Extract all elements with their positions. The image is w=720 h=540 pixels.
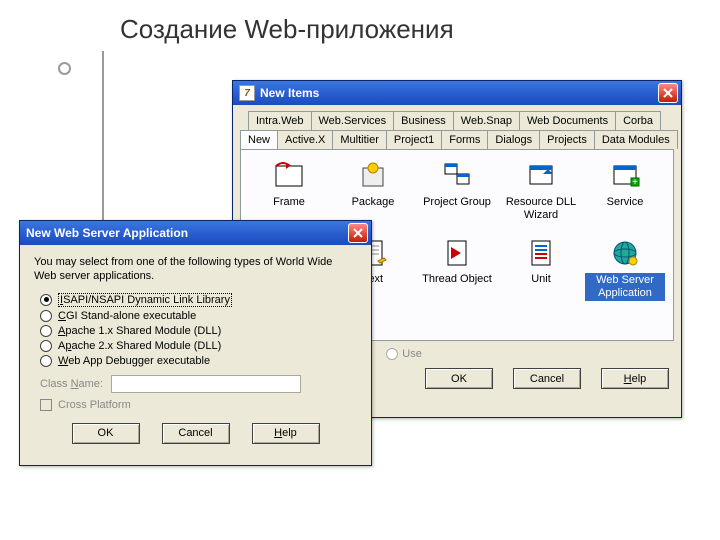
ok-button[interactable]: OK [425, 368, 493, 389]
wizard-button-row: OK Cancel Help [34, 417, 357, 454]
help-button-label: Help [624, 373, 647, 385]
slide-title: Создание Web-приложения [120, 14, 454, 45]
radio-indicator [40, 325, 52, 337]
item-web-server-application[interactable]: Web Server Application [583, 237, 667, 300]
radio-label: Apache 2.x Shared Module (DLL) [58, 340, 221, 352]
class-name-label: Class Name: [40, 378, 103, 390]
cross-platform-row: Cross Platform [40, 399, 357, 411]
item-thread-object[interactable]: Thread Object [415, 237, 499, 300]
window-wizard: New Web Server Application You may selec… [19, 220, 372, 466]
web-server-application-icon [609, 237, 641, 269]
radio-debugger[interactable]: Web App Debugger executable [40, 355, 357, 367]
tab-forms[interactable]: Forms [441, 130, 488, 149]
cancel-button-label: Cancel [178, 427, 212, 439]
resource-dll-wizard-icon [525, 160, 557, 192]
tab-web-services[interactable]: Web.Services [311, 111, 395, 130]
cancel-button-label: Cancel [530, 373, 564, 385]
radio-use: Use [386, 348, 422, 360]
radio-apache2[interactable]: Apache 2.x Shared Module (DLL) [40, 340, 357, 352]
radio-label: ISAPI/NSAPI Dynamic Link Library [58, 293, 232, 307]
item-package[interactable]: Package [331, 160, 415, 221]
item-label: Web Server Application [585, 273, 665, 300]
cross-platform-label: Cross Platform [58, 399, 131, 411]
radio-cgi[interactable]: CGI Stand-alone executable [40, 310, 357, 322]
package-icon [357, 160, 389, 192]
close-icon [353, 228, 363, 238]
ok-button-label: OK [451, 373, 467, 385]
tab-business[interactable]: Business [393, 111, 454, 130]
close-icon [663, 88, 673, 98]
wizard-body: You may select from one of the following… [20, 245, 371, 462]
radio-label: CGI Stand-alone executable [58, 310, 196, 322]
class-name-row: Class Name: [40, 375, 357, 393]
help-button[interactable]: Help [601, 368, 669, 389]
radio-indicator [40, 355, 52, 367]
item-label: Package [352, 196, 395, 209]
item-label: Resource DLL Wizard [501, 196, 581, 221]
tab-web-documents[interactable]: Web Documents [519, 111, 616, 130]
cancel-button[interactable]: Cancel [162, 423, 230, 444]
radio-indicator [40, 294, 52, 306]
item-frame[interactable]: Frame [247, 160, 331, 221]
tabs-row-1: Intra.WebWeb.ServicesBusinessWeb.SnapWeb… [240, 111, 674, 130]
item-resource-dll-wizard[interactable]: Resource DLL Wizard [499, 160, 583, 221]
thread-object-icon [441, 237, 473, 269]
wizard-intro: You may select from one of the following… [34, 255, 357, 284]
item-label: Unit [531, 273, 551, 286]
ok-button-label: OK [98, 427, 114, 439]
tab-project1[interactable]: Project1 [386, 130, 442, 149]
class-name-input [111, 375, 301, 393]
wizard-title: New Web Server Application [26, 226, 348, 240]
tab-new[interactable]: New [240, 130, 278, 149]
delphi-7-icon: 7 [239, 85, 255, 101]
tab-multitier[interactable]: Multitier [332, 130, 387, 149]
help-button-label: Help [274, 427, 297, 439]
frame-icon [273, 160, 305, 192]
titlebar-new-items[interactable]: 7 New Items [233, 81, 681, 105]
radio-list: ISAPI/NSAPI Dynamic Link Library CGI Stan… [40, 293, 357, 367]
item-label: Project Group [423, 196, 491, 209]
tab-intra-web[interactable]: Intra.Web [248, 111, 312, 130]
radio-use-label: Use [402, 348, 422, 360]
close-button[interactable] [348, 223, 368, 243]
cancel-button[interactable]: Cancel [513, 368, 581, 389]
radio-isapi[interactable]: ISAPI/NSAPI Dynamic Link Library [40, 293, 357, 307]
radio-indicator [40, 340, 52, 352]
tab-web-snap[interactable]: Web.Snap [453, 111, 520, 130]
item-service[interactable]: + Service [583, 160, 667, 221]
tabs-row-2: NewActive.XMultitierProject1FormsDialogs… [240, 130, 674, 149]
radio-label: Apache 1.x Shared Module (DLL) [58, 325, 221, 337]
radio-label: Web App Debugger executable [58, 355, 210, 367]
slide-bullet [58, 62, 71, 75]
svg-text:+: + [632, 177, 638, 188]
item-label: Frame [273, 196, 305, 209]
radio-apache1[interactable]: Apache 1.x Shared Module (DLL) [40, 325, 357, 337]
tab-corba[interactable]: Corba [615, 111, 661, 130]
radio-indicator [40, 310, 52, 322]
service-icon: + [609, 160, 641, 192]
item-project-group[interactable]: Project Group [415, 160, 499, 221]
ok-button[interactable]: OK [72, 423, 140, 444]
project-group-icon [441, 160, 473, 192]
help-button[interactable]: Help [252, 423, 320, 444]
window-title: New Items [260, 86, 658, 100]
item-unit[interactable]: Unit [499, 237, 583, 300]
tab-dialogs[interactable]: Dialogs [487, 130, 540, 149]
tab-projects[interactable]: Projects [539, 130, 595, 149]
item-label: Service [607, 196, 644, 209]
tab-active-x[interactable]: Active.X [277, 130, 333, 149]
item-label: Thread Object [422, 273, 492, 286]
tab-data-modules[interactable]: Data Modules [594, 130, 678, 149]
unit-icon [525, 237, 557, 269]
titlebar-wizard[interactable]: New Web Server Application [20, 221, 371, 245]
close-button[interactable] [658, 83, 678, 103]
cross-platform-checkbox [40, 399, 52, 411]
